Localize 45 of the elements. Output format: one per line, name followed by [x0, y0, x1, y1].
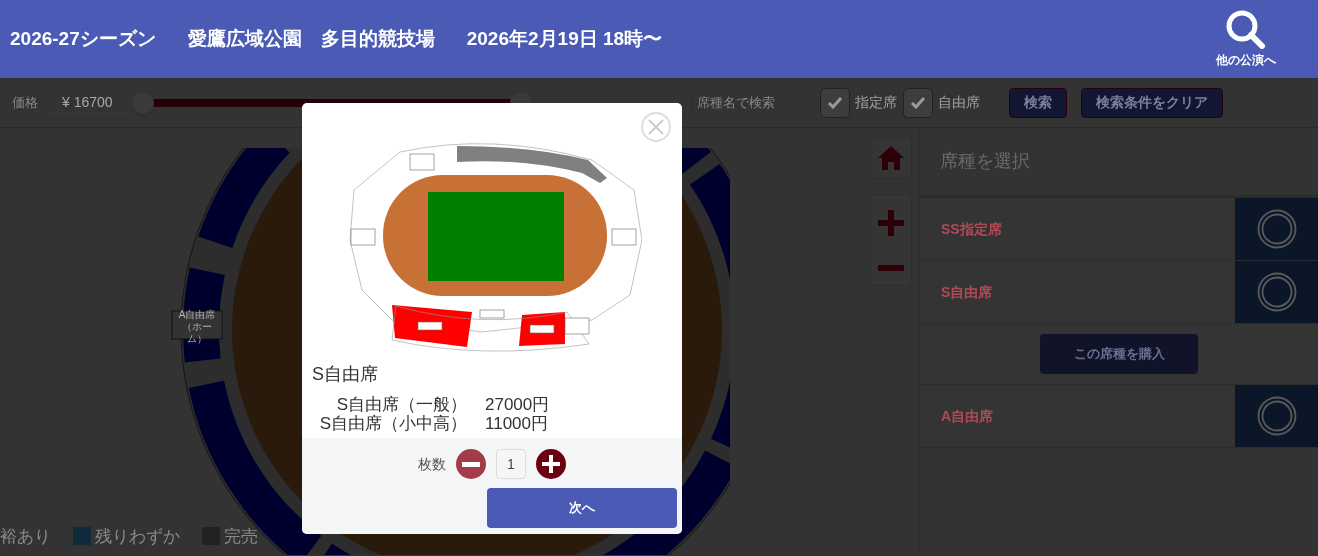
next-button[interactable]: 次へ: [487, 488, 677, 528]
quantity-field[interactable]: 1: [496, 449, 526, 479]
event-date: 2026年2月19日 18時〜: [466, 26, 663, 51]
price-name: S自由席（一般）: [335, 395, 467, 414]
quantity-label: 枚数: [418, 454, 446, 474]
season-title: 2026-27シーズン: [10, 26, 156, 51]
modal-title: S自由席: [312, 363, 379, 386]
checkbox-label: 自由席: [938, 93, 980, 112]
map-section-label: A自由席（ホーム）: [177, 309, 217, 345]
decrease-button[interactable]: [456, 449, 486, 479]
search-icon: [1224, 9, 1268, 49]
check-icon: [910, 95, 926, 110]
other-events-link[interactable]: 他の公演へ: [1216, 9, 1276, 69]
seat-type-name: SS指定席: [940, 219, 1003, 239]
checkbox-label: 指定席: [855, 93, 897, 112]
legend-label: 残りわずか: [95, 525, 180, 548]
home-icon: [876, 145, 905, 171]
search-button[interactable]: 検索: [1009, 87, 1067, 118]
plus-icon: [542, 455, 560, 473]
venue-title: 愛鷹広域公園 多目的競技場: [187, 26, 435, 51]
seat-type-name: S自由席: [940, 282, 994, 302]
check-icon: [827, 95, 843, 110]
double-circle-icon: [1256, 396, 1297, 436]
price-name: S自由席（小中高）: [318, 414, 467, 433]
clear-button[interactable]: 検索条件をクリア: [1081, 87, 1223, 118]
slider-handle[interactable]: [132, 91, 154, 114]
seat-search-field[interactable]: 席種名で検索: [692, 89, 814, 116]
increase-button[interactable]: [536, 449, 566, 479]
legend-label: 裕あり: [0, 525, 51, 548]
seat-type-name: A自由席: [940, 406, 995, 426]
price-amount: 27000円: [485, 395, 551, 414]
seat-type-row[interactable]: S自由席: [920, 261, 1318, 324]
seat-type-row[interactable]: SS指定席: [920, 198, 1318, 261]
checkbox[interactable]: [903, 87, 933, 118]
buy-seat-button[interactable]: この席種を購入: [1040, 334, 1198, 374]
double-circle-icon: [1256, 209, 1297, 249]
legend-label: 完売: [224, 525, 258, 548]
price-amount: 11000円: [485, 414, 549, 433]
seat-type-row[interactable]: A自由席: [920, 385, 1318, 448]
close-icon: [648, 119, 664, 135]
double-circle-icon: [1256, 272, 1297, 312]
price-label: 価格: [12, 93, 38, 112]
minus-icon: [462, 461, 480, 467]
checkbox[interactable]: [820, 87, 850, 118]
price-min-value: ¥ 16700: [50, 91, 130, 114]
